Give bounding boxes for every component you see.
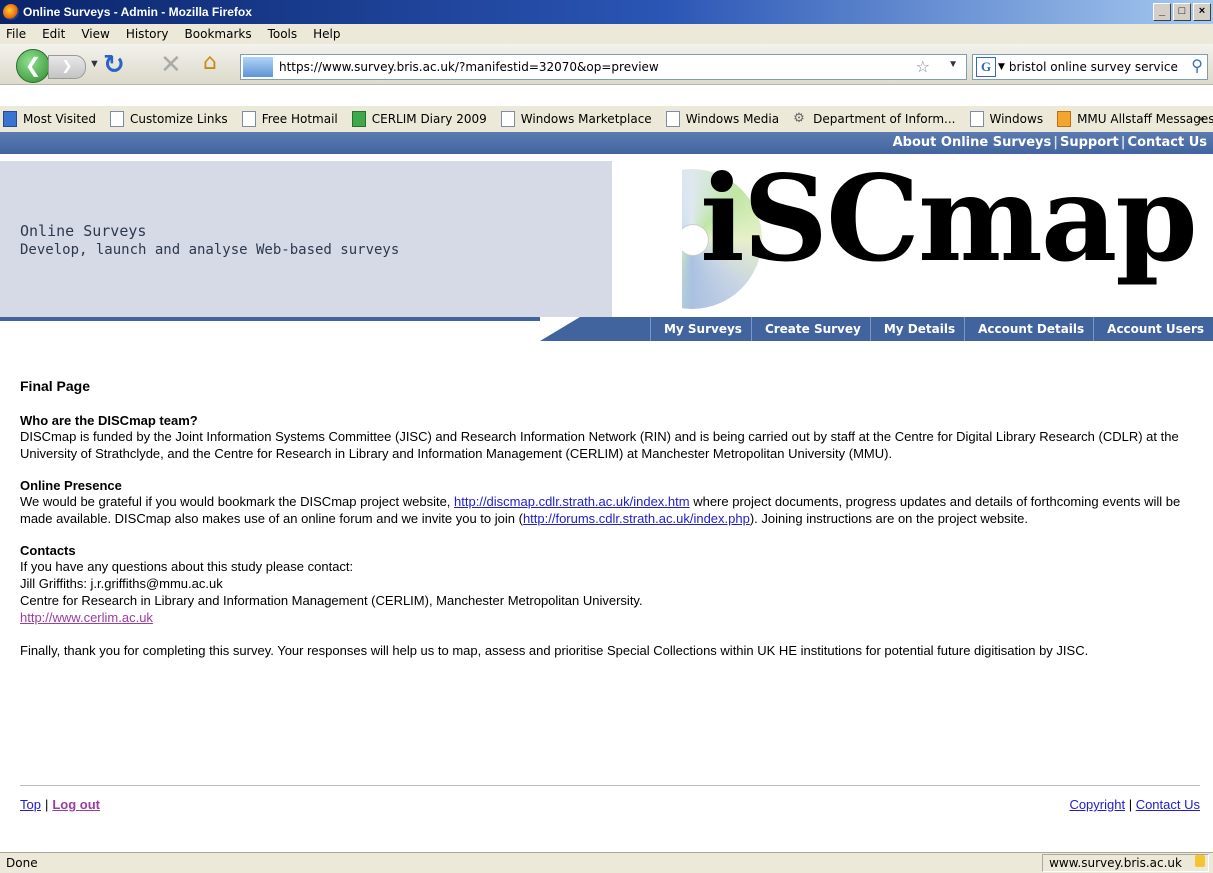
status-text: Done [6,856,38,870]
search-icon[interactable]: ⚲ [1191,56,1203,75]
main-content: Final Page Who are the DISCmap team? DIS… [20,378,1200,675]
minimize-button[interactable]: _ [1153,3,1171,21]
log-out-link[interactable]: Log out [52,797,100,812]
top-link[interactable]: Top [20,797,41,812]
bookmark-star-icon[interactable]: ☆ [916,57,930,76]
cerlim-link[interactable]: http://www.cerlim.ac.uk [20,610,153,625]
footer-right-links: Copyright | Contact Us [1069,797,1200,812]
about-online-surveys-link[interactable]: About Online Surveys [892,135,1053,150]
calendar-icon [351,111,366,127]
maximize-button[interactable]: □ [1173,3,1191,21]
tab-my-details[interactable]: My Details [869,317,965,341]
forward-button[interactable]: ❯ [48,55,86,79]
bookmark-customize-links[interactable]: Customize Links [110,111,228,127]
bookmark-windows-media[interactable]: Windows Media [665,111,779,127]
most-visited-icon [3,111,17,127]
site-navigation: My Surveys Create Survey My Details Acco… [0,317,1213,341]
back-button[interactable]: ❮ [16,49,50,83]
window-title: Online Surveys - Admin - Mozilla Firefox [23,5,252,19]
support-link[interactable]: Support [1059,135,1120,150]
section-title-contacts: Contacts [20,543,76,558]
section-text-contacts: If you have any questions about this stu… [20,559,643,625]
reload-icon[interactable]: ↻ [103,50,125,80]
footer-divider [20,785,1200,786]
stop-icon[interactable]: ✕ [160,50,182,80]
page-title: Final Page [20,378,91,394]
menu-bar: File Edit View History Bookmarks Tools H… [0,24,1213,44]
page-icon [241,111,256,127]
forum-link[interactable]: http://forums.cdlr.strath.ac.uk/index.ph… [523,511,750,526]
closing-text: Finally, thank you for completing this s… [20,643,1089,658]
tab-account-users[interactable]: Account Users [1093,317,1213,341]
address-bar[interactable]: https://www.survey.bris.ac.uk/?manifesti… [240,54,967,80]
close-button[interactable]: × [1193,3,1211,21]
bookmark-windows-marketplace[interactable]: Windows Marketplace [500,111,652,127]
menu-file[interactable]: File [0,27,34,41]
menu-history[interactable]: History [118,27,177,41]
url-dropdown-icon[interactable]: ▼ [948,59,958,70]
site-identity-icon[interactable] [243,57,273,77]
bookmark-department[interactable]: ⚙ Department of Inform... [793,111,955,127]
window-controls: _ □ × [1153,3,1211,21]
bookmark-free-hotmail[interactable]: Free Hotmail [241,111,338,127]
menu-view[interactable]: View [73,27,117,41]
window-title-bar: Online Surveys - Admin - Mozilla Firefox… [0,0,1213,24]
status-host: www.survey.bris.ac.uk [1042,854,1209,872]
gear-icon: ⚙ [793,111,805,126]
home-icon[interactable]: ⌂ [203,50,217,75]
bookmark-mmu-allstaff[interactable]: MMU Allstaff Messages [1057,111,1213,127]
section-text-team: DISCmap is funded by the Joint Informati… [20,429,1179,461]
bookmarks-toolbar: Most Visited Customize Links Free Hotmai… [0,105,1213,132]
section-title-online-presence: Online Presence [20,478,122,493]
page-icon [110,111,125,127]
site-header: Online Surveys Develop, launch and analy… [0,161,1213,317]
footer-contact-us-link[interactable]: Contact Us [1136,797,1200,812]
page-icon [500,111,515,127]
tab-my-surveys[interactable]: My Surveys [649,317,751,341]
site-subtitle: Develop, launch and analyse Web-based su… [20,242,400,258]
page-icon [665,111,680,127]
copyright-link[interactable]: Copyright [1069,797,1125,812]
bookmark-windows[interactable]: Windows [969,111,1043,127]
section-title-team: Who are the DISCmap team? [20,413,198,428]
tab-create-survey[interactable]: Create Survey [750,317,870,341]
logo-text: iSCmap [700,161,1198,288]
search-engine-dropdown-icon[interactable]: ▼ [998,62,1005,72]
google-icon[interactable]: G [976,57,996,77]
address-input[interactable]: https://www.survey.bris.ac.uk/?manifesti… [279,60,659,74]
menu-edit[interactable]: Edit [34,27,73,41]
bookmarks-overflow-chevron[interactable]: » [1198,112,1205,125]
tab-account-details[interactable]: Account Details [964,317,1094,341]
rss-icon [1057,111,1072,127]
discmap-logo: iSCmap [612,161,1213,317]
section-text-online-presence: We would be grateful if you would bookma… [20,494,1181,526]
status-bar: Done www.survey.bris.ac.uk [0,852,1213,873]
contact-us-link[interactable]: Contact Us [1127,135,1213,150]
navigation-toolbar: ❮ ❯ ▼ ↻ ✕ ⌂ https://www.survey.bris.ac.u… [0,44,1213,85]
search-input[interactable]: bristol online survey service [1009,60,1178,74]
search-bar[interactable]: G ▼ bristol online survey service ⚲ [972,54,1208,80]
history-dropdown-icon[interactable]: ▼ [89,58,100,70]
site-tabs: My Surveys Create Survey My Details Acco… [649,317,1213,341]
discmap-website-link[interactable]: http://discmap.cdlr.strath.ac.uk/index.h… [454,494,690,509]
lock-icon[interactable] [1195,855,1205,867]
site-title: Online Surveys [20,222,147,240]
menu-help[interactable]: Help [305,27,348,41]
site-top-links: About Online Surveys | Support | Contact Us [0,132,1213,154]
menu-tools[interactable]: Tools [260,27,306,41]
bookmark-most-visited[interactable]: Most Visited [3,111,96,127]
menu-bookmarks[interactable]: Bookmarks [177,27,260,41]
header-banner: Online Surveys Develop, launch and analy… [0,161,612,317]
firefox-icon [3,4,19,20]
page-icon [969,111,984,127]
bookmark-cerlim-diary[interactable]: CERLIM Diary 2009 [351,111,487,127]
footer-left-links: Top | Log out [20,797,101,812]
